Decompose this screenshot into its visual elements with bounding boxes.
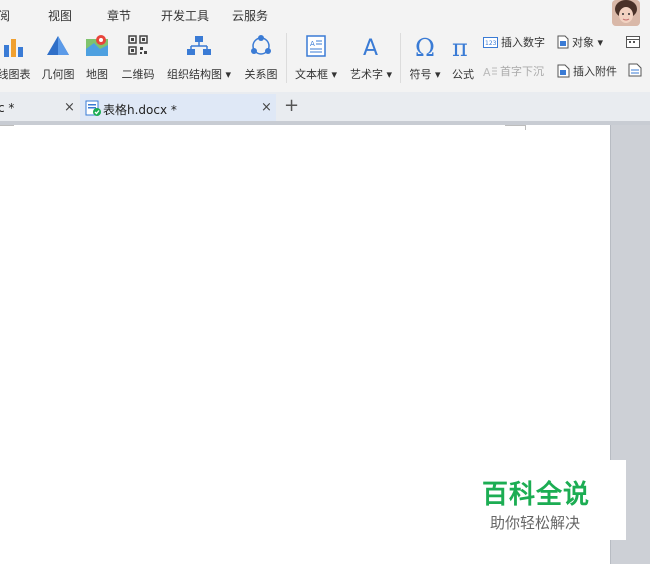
wordart-label: 艺术字 ▾	[349, 68, 393, 81]
relation-icon	[251, 35, 271, 55]
geometry-icon	[47, 36, 69, 55]
menu-view[interactable]: 视图	[48, 7, 72, 24]
map-icon	[86, 35, 108, 56]
chart-label: 线图表	[0, 68, 31, 81]
calendar-icon	[626, 35, 640, 48]
add-tab-button[interactable]: +	[284, 95, 299, 116]
menu-section[interactable]: 章节	[107, 7, 131, 24]
qrcode-icon	[128, 35, 148, 55]
tab-title: 表格h.docx *	[103, 103, 177, 117]
insert-attachment-label: 插入附件	[573, 65, 617, 78]
insert-number-label: 插入数字	[501, 36, 545, 49]
svg-text:A: A	[363, 36, 378, 59]
object-button[interactable]: 对象 ▾	[557, 34, 603, 52]
crop-mark	[505, 125, 525, 126]
ribbon-separator	[286, 33, 287, 83]
attachment-icon	[557, 64, 570, 78]
qrcode-label: 二维码	[121, 68, 155, 81]
drop-cap-button: A 首字下沉	[483, 63, 544, 81]
menu-bar: 阅 视图 章节 开发工具 云服务	[0, 0, 650, 27]
insert-attachment-button[interactable]: 插入附件	[557, 63, 617, 81]
insert-number-button[interactable]: 123 插入数字	[483, 34, 545, 52]
close-icon[interactable]: ×	[261, 100, 272, 115]
formula-button[interactable]: π 公式	[448, 29, 478, 87]
svg-text:A: A	[310, 40, 315, 48]
relation-button[interactable]: 关系图	[240, 29, 282, 87]
menu-review[interactable]: 阅	[0, 7, 10, 24]
svg-text:123: 123	[485, 40, 497, 47]
date-button[interactable]	[626, 34, 643, 52]
ribbon-separator	[400, 33, 401, 83]
svg-text:π: π	[452, 34, 468, 59]
textbox-icon: A	[306, 35, 326, 57]
doc-part-button[interactable]	[628, 63, 645, 81]
menu-cloud[interactable]: 云服务	[232, 7, 268, 24]
svg-text:Ω: Ω	[415, 34, 435, 59]
qrcode-button[interactable]: 二维码	[118, 29, 158, 87]
crop-mark	[525, 125, 526, 130]
tab-document-1[interactable]: c * ×	[0, 94, 80, 121]
relation-label: 关系图	[244, 68, 278, 81]
drop-cap-icon: A	[483, 66, 497, 78]
chart-button[interactable]: 线图表	[0, 29, 32, 87]
tab-document-2[interactable]: 表格h.docx * ×	[80, 94, 276, 123]
wordart-button[interactable]: A 艺术字 ▾	[345, 29, 397, 87]
textbox-button[interactable]: A 文本框 ▾	[290, 29, 342, 87]
geometry-label: 几何图	[41, 68, 75, 81]
orgchart-label: 组织结构图 ▾	[166, 68, 232, 81]
object-label: 对象 ▾	[572, 36, 604, 49]
textbox-label: 文本框 ▾	[294, 68, 338, 81]
symbol-button[interactable]: Ω 符号 ▾	[405, 29, 445, 87]
geometry-button[interactable]: 几何图	[38, 29, 78, 87]
symbol-label: 符号 ▾	[409, 68, 441, 81]
wps-document-icon	[85, 100, 101, 116]
orgchart-button[interactable]: 组织结构图 ▾	[162, 29, 236, 87]
tab-title: c *	[0, 101, 15, 115]
map-label: 地图	[86, 68, 108, 81]
svg-text:A: A	[483, 66, 491, 78]
avatar[interactable]	[612, 0, 640, 26]
document-tab-bar: c * × 表格h.docx * ×	[0, 92, 650, 123]
wordart-icon: A	[363, 36, 378, 59]
watermark-subtitle: 助你轻松解决	[490, 514, 581, 532]
pi-icon: π	[452, 34, 468, 59]
object-icon	[557, 35, 569, 49]
watermark-title: 百科全说	[482, 480, 591, 510]
map-button[interactable]: 地图	[82, 29, 112, 87]
close-icon[interactable]: ×	[64, 100, 75, 115]
crop-mark	[0, 125, 14, 126]
drop-cap-label: 首字下沉	[500, 65, 544, 78]
formula-label: 公式	[452, 68, 474, 81]
menu-developer[interactable]: 开发工具	[161, 7, 209, 24]
orgchart-icon	[187, 36, 211, 55]
document-icon	[628, 63, 642, 77]
number-icon: 123	[483, 36, 498, 48]
omega-icon: Ω	[415, 34, 435, 59]
chart-icon	[4, 39, 23, 57]
ribbon-toolbar: 线图表 几何图 地图 二维码 组织结构图 ▾ 关系图 A 文本框 ▾ A 艺术字…	[0, 27, 650, 93]
